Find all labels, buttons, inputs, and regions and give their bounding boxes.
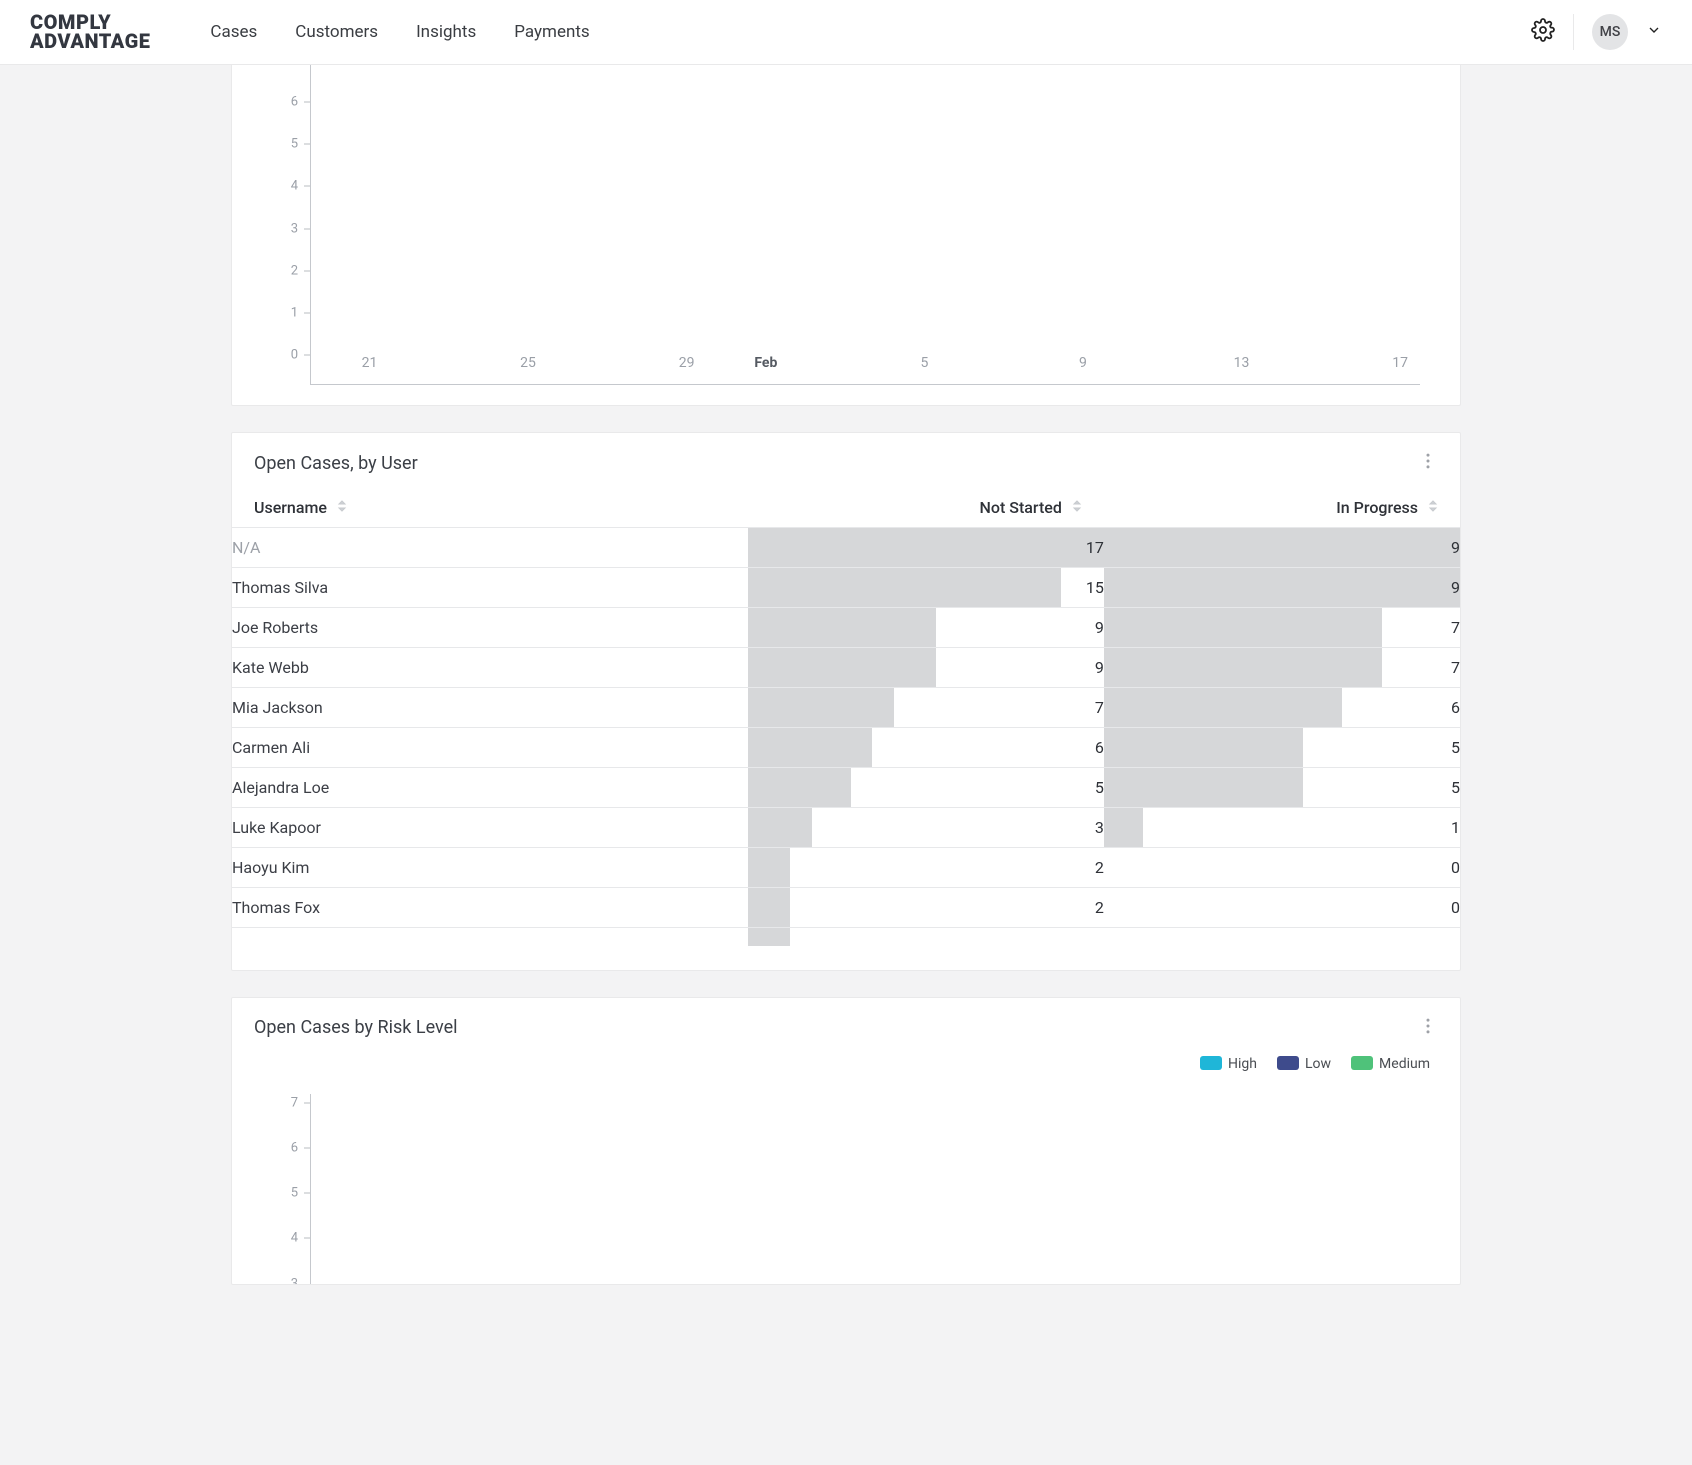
x-tick-label: 13 [1222, 355, 1262, 383]
y-tick-label: 5 [282, 1186, 298, 1201]
y-tick-label: 6 [282, 1140, 298, 1155]
cell-username: Luke Kapoor [232, 808, 748, 848]
table-row[interactable]: Joe Roberts97 [232, 608, 1460, 648]
avatar-initials: MS [1600, 24, 1621, 40]
card-open-cases-by-risk: Open Cases by Risk Level High Low Medium 3… [231, 997, 1461, 1285]
table-row[interactable]: N/A179 [232, 528, 1460, 568]
table-row[interactable]: Thomas Fox20 [232, 888, 1460, 928]
card-top-chart: 0 1 2 3 4 5 6 21 25 29 Feb 5 9 13 17 [231, 65, 1461, 406]
kebab-menu-icon[interactable] [1418, 451, 1438, 475]
col-not-started[interactable]: Not Started [748, 487, 1104, 528]
cell-username: Alejandra Loe [232, 768, 748, 808]
chevron-down-icon[interactable] [1646, 22, 1662, 42]
table-row[interactable]: Kate Webb97 [232, 648, 1460, 688]
card-title: Open Cases, by User [254, 453, 418, 474]
cell-not-started: 2 [748, 888, 1104, 928]
top-nav: COMPLY ADVANTAGE Cases Customers Insight… [0, 0, 1692, 65]
cell-username: Mia Jackson [232, 688, 748, 728]
card-title: Open Cases by Risk Level [254, 1017, 458, 1038]
primary-nav: Cases Customers Insights Payments [210, 22, 589, 42]
y-tick-label: 0 [282, 348, 298, 363]
nav-cases[interactable]: Cases [210, 22, 257, 42]
col-in-progress[interactable]: In Progress [1104, 487, 1460, 528]
nav-separator [1573, 14, 1574, 50]
cell-username: Joe Roberts [232, 608, 748, 648]
cell-in-progress: 9 [1104, 568, 1460, 608]
avatar[interactable]: MS [1592, 14, 1628, 50]
table-row[interactable]: Thomas Silva159 [232, 568, 1460, 608]
nav-customers[interactable]: Customers [295, 22, 378, 42]
card-open-cases-by-user: Open Cases, by User Username [231, 432, 1461, 971]
legend-item: High [1200, 1056, 1257, 1072]
legend-item: Low [1277, 1056, 1331, 1072]
y-tick-label: 4 [282, 1231, 298, 1246]
kebab-menu-icon[interactable] [1418, 1016, 1438, 1040]
y-tick-label: 3 [282, 221, 298, 236]
sort-icon [1072, 497, 1082, 516]
x-tick-label: 29 [667, 355, 707, 383]
x-tick-label: 5 [905, 355, 945, 383]
chart-x-axis: 21 25 29 Feb 5 9 13 17 [310, 355, 1420, 383]
gear-icon[interactable] [1531, 18, 1555, 46]
legend-item: Medium [1351, 1056, 1430, 1072]
cell-in-progress: 5 [1104, 728, 1460, 768]
cell-not-started: 2 [748, 848, 1104, 888]
nav-payments[interactable]: Payments [514, 22, 589, 42]
chart-plot-area [310, 65, 1420, 385]
cell-in-progress: 7 [1104, 648, 1460, 688]
cell-in-progress: 6 [1104, 688, 1460, 728]
cell-not-started: 3 [748, 808, 1104, 848]
cell-not-started: 5 [748, 768, 1104, 808]
x-tick-label: Feb [746, 355, 786, 383]
cell-not-started: 7 [748, 688, 1104, 728]
table-row[interactable]: Mia Jackson76 [232, 688, 1460, 728]
cell-in-progress: 7 [1104, 608, 1460, 648]
cell-in-progress: 0 [1104, 888, 1460, 928]
table-row[interactable]: Carmen Ali65 [232, 728, 1460, 768]
nav-insights[interactable]: Insights [416, 22, 476, 42]
x-tick-label: 25 [508, 355, 548, 383]
cell-not-started: 6 [748, 728, 1104, 768]
y-tick-label: 1 [282, 305, 298, 320]
brand-logo: COMPLY ADVANTAGE [30, 13, 150, 51]
cell-in-progress: 1 [1104, 808, 1460, 848]
cell-in-progress: 5 [1104, 768, 1460, 808]
chart-y-axis: 0123456 [262, 81, 310, 355]
cell-in-progress: 0 [1104, 848, 1460, 888]
y-tick-label: 7 [282, 1095, 298, 1110]
cell-username: N/A [232, 528, 748, 568]
cell-username: Thomas Silva [232, 568, 748, 608]
y-tick-label: 4 [282, 179, 298, 194]
cell-username: Kate Webb [232, 648, 748, 688]
y-tick-label: 6 [282, 95, 298, 110]
x-tick-label: 17 [1380, 355, 1420, 383]
cell-username: Thomas Fox [232, 888, 748, 928]
y-tick-label: 5 [282, 137, 298, 152]
cell-username: Haoyu Kim [232, 848, 748, 888]
chart-legend: High Low Medium [232, 1046, 1460, 1078]
cell-in-progress: 9 [1104, 528, 1460, 568]
cell-username: Carmen Ali [232, 728, 748, 768]
col-username[interactable]: Username [232, 487, 748, 528]
brand-line-2: ADVANTAGE [30, 32, 150, 51]
x-tick-label: 9 [1063, 355, 1103, 383]
table-row[interactable]: Luke Kapoor31 [232, 808, 1460, 848]
chart-y-axis: 3 4 5 6 7 [262, 1094, 310, 1284]
y-tick-label: 2 [282, 263, 298, 278]
chart-plot-area [310, 1094, 1420, 1284]
cell-not-started: 15 [748, 568, 1104, 608]
sort-icon [337, 497, 347, 516]
table-row[interactable]: Haoyu Kim20 [232, 848, 1460, 888]
table-row[interactable]: Alejandra Loe55 [232, 768, 1460, 808]
open-cases-table: Username Not Started In Progress [232, 487, 1460, 946]
cell-not-started: 17 [748, 528, 1104, 568]
y-tick-label: 3 [282, 1276, 298, 1285]
cell-not-started: 9 [748, 648, 1104, 688]
x-tick-label: 21 [350, 355, 390, 383]
sort-icon [1428, 497, 1438, 516]
cell-not-started: 9 [748, 608, 1104, 648]
